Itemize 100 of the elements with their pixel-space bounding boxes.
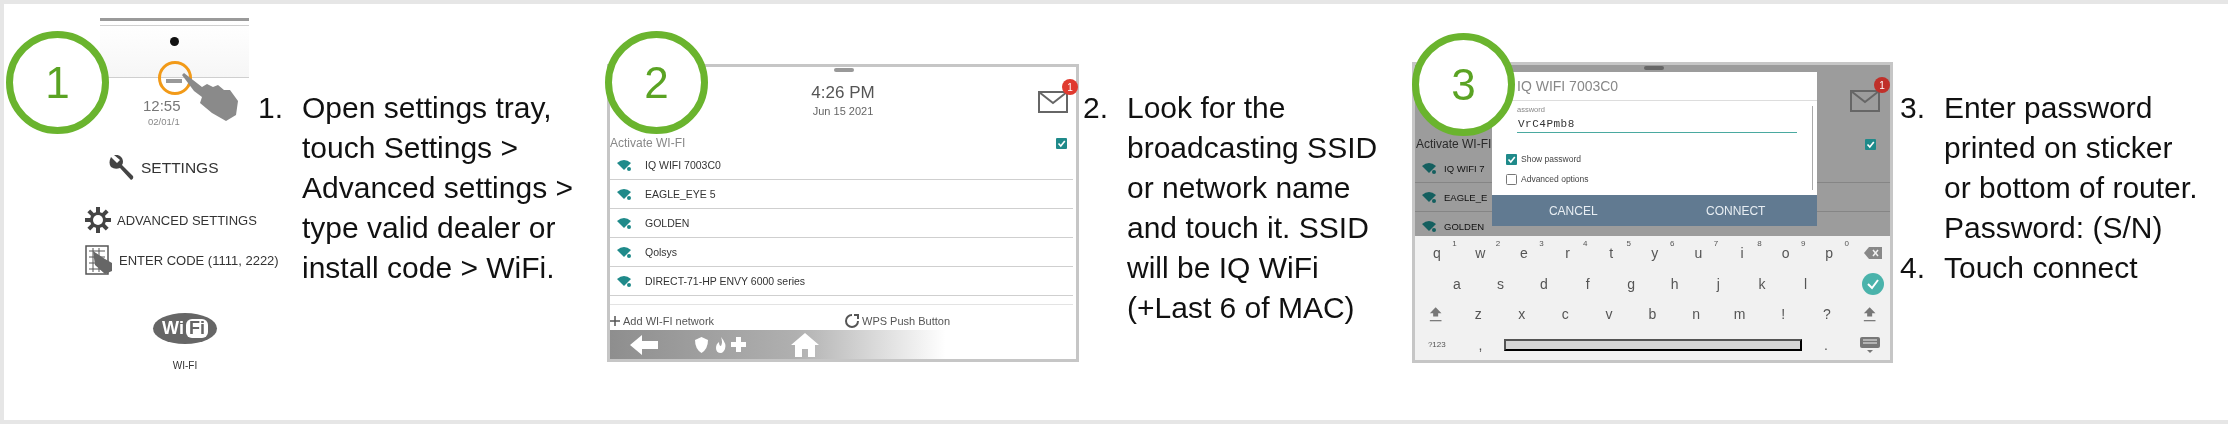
keyboard-key[interactable]: g bbox=[1609, 268, 1653, 299]
tray-date: 02/01/1 bbox=[148, 117, 181, 127]
keyboard-key[interactable]: o 9 bbox=[1763, 238, 1808, 269]
advanced-settings-item[interactable]: ADVANCED SETTINGS bbox=[85, 207, 257, 233]
keyboard-key[interactable]: l bbox=[1783, 268, 1828, 299]
keyboard-key[interactable]: h bbox=[1652, 268, 1697, 299]
shift-icon[interactable] bbox=[1862, 305, 1876, 324]
keyboard-key[interactable]: p 0 bbox=[1807, 238, 1851, 269]
home-icon[interactable] bbox=[791, 332, 819, 357]
step-marker: 1. bbox=[258, 90, 285, 126]
clock-time: 4:26 PM bbox=[811, 84, 875, 102]
link-label: WPS Push Button bbox=[862, 315, 951, 327]
keyboard-key[interactable]: w 2 bbox=[1458, 238, 1503, 269]
flame-icon[interactable] bbox=[715, 336, 727, 353]
wifi-signal-icon bbox=[617, 246, 631, 258]
envelope-icon[interactable] bbox=[1038, 91, 1068, 113]
menu-label: WI-FI bbox=[172, 360, 198, 371]
instruction-text: Touch connect bbox=[1944, 250, 2138, 286]
logo-text: Fi bbox=[185, 319, 208, 338]
step-number: 1 bbox=[6, 31, 109, 134]
keyboard-key[interactable]: d bbox=[1522, 268, 1566, 299]
back-arrow-icon[interactable] bbox=[630, 334, 658, 355]
checkbox[interactable] bbox=[1506, 153, 1517, 165]
wifi-signal-icon bbox=[617, 275, 631, 287]
space-bar[interactable] bbox=[1504, 338, 1803, 351]
keyboard-key[interactable]: y 6 bbox=[1632, 238, 1677, 269]
keyboard-key[interactable]: z bbox=[1456, 299, 1500, 330]
keyboard-key[interactable]: u 7 bbox=[1676, 238, 1721, 269]
enter-code-item[interactable]: ENTER CODE (1111, 2222) bbox=[85, 245, 279, 275]
keyboard-key[interactable]: x bbox=[1499, 299, 1544, 330]
network-name: GOLDEN bbox=[645, 217, 690, 229]
keyboard-key[interactable]: ?123 bbox=[1415, 329, 1459, 360]
key-hint: 6 bbox=[1670, 239, 1675, 249]
tray-handle[interactable] bbox=[166, 79, 182, 83]
keyboard-key[interactable]: . bbox=[1804, 329, 1848, 360]
keyboard-key[interactable]: ! bbox=[1761, 299, 1806, 330]
checkbox[interactable] bbox=[1865, 138, 1876, 150]
backspace-icon[interactable] bbox=[1863, 247, 1882, 260]
keyboard-hide-icon[interactable] bbox=[1858, 335, 1881, 354]
network-name: EAGLE_EYE 5 bbox=[645, 188, 716, 200]
keyboard-key[interactable]: k bbox=[1740, 268, 1784, 299]
shift-icon[interactable] bbox=[1429, 305, 1443, 324]
instruction-text: Open settings tray, touch Settings > Advanced settings > type valid dealer or install code > WiFi. bbox=[302, 90, 573, 286]
keyboard-key[interactable]: b bbox=[1630, 299, 1675, 330]
tray-time: 12:55 bbox=[143, 98, 182, 114]
keyboard-key[interactable]: m bbox=[1717, 299, 1762, 330]
keyboard-key[interactable]: n bbox=[1674, 299, 1718, 330]
enter-check-icon[interactable] bbox=[1862, 272, 1885, 295]
wifi-signal-icon bbox=[1422, 162, 1436, 174]
key-hint: 9 bbox=[1800, 239, 1806, 249]
key-hint: 0 bbox=[1844, 239, 1849, 249]
keyboard-key[interactable]: s bbox=[1478, 268, 1523, 299]
keyboard-key[interactable]: v bbox=[1587, 299, 1631, 330]
dialog-button[interactable]: CONNECT bbox=[1654, 195, 1817, 226]
key-hint: 4 bbox=[1582, 239, 1588, 249]
option-label: Show password bbox=[1521, 154, 1581, 164]
keyboard-key[interactable]: f bbox=[1565, 268, 1610, 299]
keyboard-key[interactable]: , bbox=[1458, 329, 1503, 360]
shield-icon[interactable] bbox=[695, 336, 708, 353]
network-row[interactable]: DIRECT-71-HP ENVY 6000 series bbox=[610, 267, 1073, 296]
network-name: DIRECT-71-HP ENVY 6000 series bbox=[645, 275, 806, 287]
keypad-hand-icon bbox=[85, 245, 113, 275]
plus-icon[interactable] bbox=[731, 337, 746, 352]
keyboard-key[interactable]: q 1 bbox=[1415, 238, 1459, 269]
keyboard-key[interactable]: i 8 bbox=[1720, 238, 1764, 269]
dialog-button[interactable]: CANCEL bbox=[1492, 195, 1655, 226]
keyboard-key[interactable]: ? bbox=[1805, 299, 1849, 330]
notification-badge: 1 bbox=[1062, 79, 1078, 95]
checkbox-option[interactable]: Show password bbox=[1506, 149, 1817, 169]
wps-button[interactable]: WPS Push Button bbox=[845, 314, 951, 328]
keyboard-key[interactable]: j bbox=[1696, 268, 1741, 299]
checkbox[interactable] bbox=[1056, 137, 1067, 149]
key-hint: 8 bbox=[1757, 239, 1762, 249]
wrench-icon bbox=[107, 155, 135, 181]
settings-item[interactable]: SETTINGS bbox=[107, 155, 219, 181]
toggle-label: Activate WI-FI bbox=[1416, 137, 1492, 151]
network-row[interactable]: EAGLE_EYE 5 bbox=[610, 180, 1073, 209]
password-field[interactable]: VrC4Pmb8 bbox=[1517, 118, 1797, 133]
network-row[interactable]: GOLDEN bbox=[610, 209, 1073, 238]
add-network-link[interactable]: Add WI-FI network bbox=[610, 315, 845, 327]
gear-icon bbox=[85, 207, 111, 233]
network-row[interactable]: Qolsys bbox=[610, 238, 1073, 267]
checkbox[interactable] bbox=[1506, 173, 1517, 185]
network-name: IQ WIFI 7 bbox=[1444, 162, 1485, 174]
screen-handle[interactable] bbox=[1644, 66, 1664, 70]
network-row[interactable]: IQ WIFI 7003C0 bbox=[610, 151, 1073, 180]
network-name: IQ WIFI 7003C0 bbox=[645, 159, 721, 171]
step-number: 2 bbox=[605, 31, 708, 134]
key-hint: 7 bbox=[1713, 239, 1719, 249]
keyboard-key[interactable]: t 5 bbox=[1589, 238, 1633, 269]
network-name: GOLDEN bbox=[1444, 220, 1485, 232]
option-label: Advanced options bbox=[1521, 174, 1589, 184]
keyboard-key[interactable]: a bbox=[1435, 268, 1479, 299]
keyboard-key[interactable]: r 4 bbox=[1545, 238, 1590, 269]
keyboard-key[interactable]: c bbox=[1543, 299, 1588, 330]
keyboard-key[interactable]: e 3 bbox=[1502, 238, 1546, 269]
checkbox-option[interactable]: Advanced options bbox=[1506, 169, 1817, 189]
screen-handle[interactable] bbox=[834, 68, 854, 72]
wifi-logo[interactable]: Wi Fi bbox=[153, 313, 217, 344]
wifi-signal-icon bbox=[617, 217, 631, 229]
